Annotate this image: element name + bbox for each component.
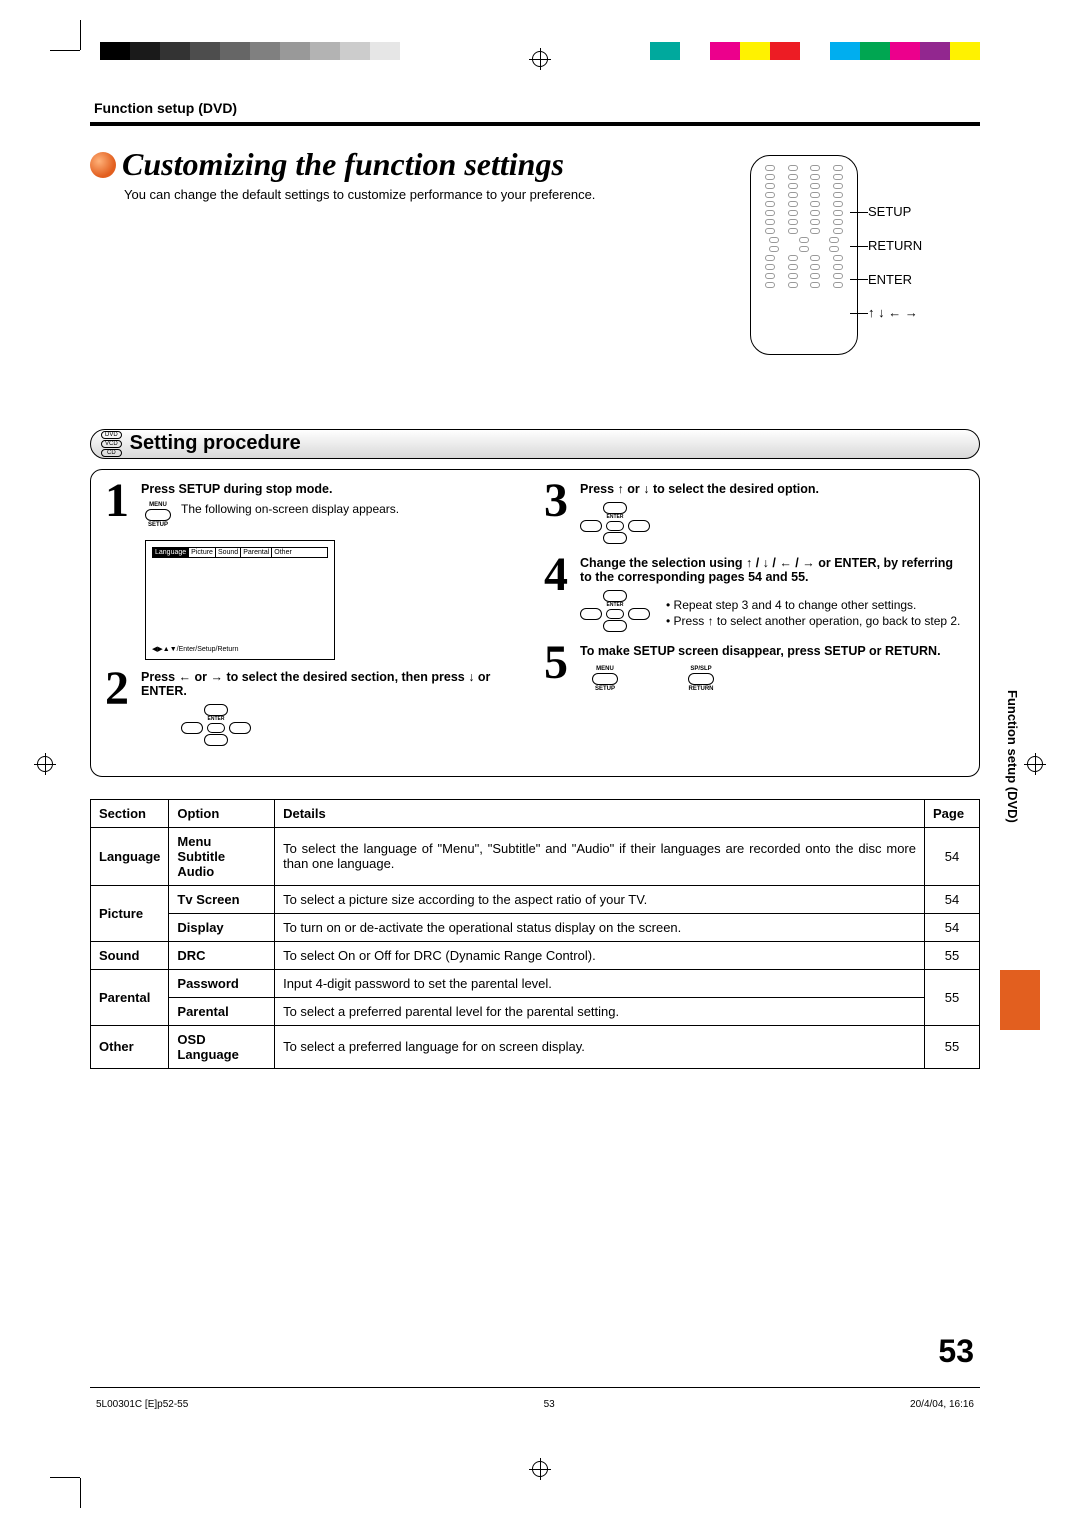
remote-label-enter: ENTER bbox=[868, 272, 912, 287]
step4-title: Change the selection using ↑ / ↓ / ← / →… bbox=[580, 556, 965, 584]
registration-mark-icon bbox=[529, 1458, 551, 1480]
table-row: OtherOSD LanguageTo select a preferred l… bbox=[91, 1025, 980, 1068]
bullet-sphere-icon bbox=[90, 152, 116, 178]
table-row: ParentalTo select a preferred parental l… bbox=[91, 997, 980, 1025]
arrow-right-icon: → bbox=[210, 670, 223, 684]
footer-page: 53 bbox=[544, 1399, 555, 1410]
step-number: 4 bbox=[544, 556, 580, 632]
intro-text: You can change the default settings to c… bbox=[124, 187, 604, 204]
arrows-all-icon: ↑ / ↓ / ← / → bbox=[746, 556, 815, 570]
header-rule bbox=[90, 122, 980, 126]
step-number: 5 bbox=[544, 644, 580, 692]
dpad-icon: ENTER bbox=[580, 590, 650, 632]
step4-bullets: Repeat step 3 and 4 to change other sett… bbox=[666, 596, 960, 632]
footer-rule bbox=[90, 1387, 980, 1388]
setup-button-icon: MENU SETUP bbox=[141, 502, 175, 528]
crop-mark bbox=[80, 20, 81, 50]
return-button-icon: SP/SLP RETURN bbox=[676, 666, 726, 692]
col-details: Details bbox=[275, 799, 925, 827]
step2-title: Press ← or → to select the desired secti… bbox=[141, 670, 526, 698]
step-number: 1 bbox=[105, 482, 141, 528]
settings-reference-table: Section Option Details Page LanguageMenu… bbox=[90, 799, 980, 1069]
remote-label-arrows: ↑ ↓ ← → bbox=[868, 305, 918, 320]
table-row: ParentalPasswordInput 4-digit password t… bbox=[91, 969, 980, 997]
osd-tab-language: Language bbox=[153, 548, 189, 557]
osd-tab-other: Other bbox=[272, 548, 294, 557]
remote-diagram: SETUP RETURN ENTER ↑ ↓ ← → bbox=[750, 155, 970, 375]
osd-tab-picture: Picture bbox=[189, 548, 216, 557]
page-title: Customizing the function settings bbox=[122, 146, 564, 183]
step-4: 4 Change the selection using ↑ / ↓ / ← /… bbox=[544, 556, 965, 632]
setup-button-icon: MENU SETUP bbox=[580, 666, 630, 692]
dpad-icon: ENTER bbox=[181, 704, 251, 746]
table-row: PictureTv ScreenTo select a picture size… bbox=[91, 885, 980, 913]
procedure-box: 1 Press SETUP during stop mode. MENU SET… bbox=[90, 469, 980, 777]
side-tab-color bbox=[1000, 970, 1040, 1030]
osd-tab-sound: Sound bbox=[216, 548, 241, 557]
osd-preview: Language Picture Sound Parental Other ◀▶… bbox=[145, 540, 335, 660]
registration-mark-icon bbox=[1024, 753, 1046, 775]
print-footer: 5L00301C [E]p52-55 53 20/4/04, 16:16 bbox=[90, 1399, 980, 1410]
dpad-icon: ENTER bbox=[580, 502, 650, 544]
col-option: Option bbox=[169, 799, 275, 827]
step1-desc: The following on-screen display appears. bbox=[181, 502, 399, 528]
registration-mark-icon bbox=[529, 48, 551, 70]
remote-label-setup: SETUP bbox=[868, 204, 911, 219]
section-heading-bar: DVD VCD CD Setting procedure bbox=[90, 429, 980, 459]
side-tab-label: Function setup (DVD) bbox=[1005, 690, 1020, 890]
osd-hint: ◀▶▲▼/Enter/Setup/Return bbox=[152, 645, 239, 653]
grayscale-calibration-bar bbox=[100, 42, 430, 60]
step-3: 3 Press ↑ or ↓ to select the desired opt… bbox=[544, 482, 965, 544]
section-heading-title: Setting procedure bbox=[130, 432, 301, 455]
page-number: 53 bbox=[938, 1333, 974, 1370]
crop-mark bbox=[80, 1478, 81, 1508]
table-row: DisplayTo turn on or de-activate the ope… bbox=[91, 913, 980, 941]
osd-tab-parental: Parental bbox=[241, 548, 272, 557]
table-row: LanguageMenu Subtitle AudioTo select the… bbox=[91, 827, 980, 885]
arrow-left-icon: ← bbox=[179, 670, 192, 684]
color-calibration-bar bbox=[650, 42, 980, 60]
crop-mark bbox=[50, 50, 80, 51]
step-2: 2 Press ← or → to select the desired sec… bbox=[105, 670, 526, 746]
footer-date: 20/4/04, 16:16 bbox=[910, 1399, 974, 1410]
col-section: Section bbox=[91, 799, 169, 827]
footer-file: 5L00301C [E]p52-55 bbox=[96, 1399, 188, 1410]
table-row: SoundDRCTo select On or Off for DRC (Dyn… bbox=[91, 941, 980, 969]
crop-mark bbox=[50, 1477, 80, 1478]
disc-badges: DVD VCD CD bbox=[101, 430, 122, 458]
step5-title: To make SETUP screen disappear, press SE… bbox=[580, 644, 965, 658]
step-number: 2 bbox=[105, 670, 141, 746]
step-1: 1 Press SETUP during stop mode. MENU SET… bbox=[105, 482, 526, 528]
step1-title: Press SETUP during stop mode. bbox=[141, 482, 526, 496]
remote-outline-icon bbox=[750, 155, 858, 355]
registration-mark-icon bbox=[34, 753, 56, 775]
step3-title: Press ↑ or ↓ to select the desired optio… bbox=[580, 482, 965, 496]
col-page: Page bbox=[925, 799, 980, 827]
step-5: 5 To make SETUP screen disappear, press … bbox=[544, 644, 965, 692]
header-section-label: Function setup (DVD) bbox=[94, 100, 980, 116]
remote-label-return: RETURN bbox=[868, 238, 922, 253]
step-number: 3 bbox=[544, 482, 580, 544]
